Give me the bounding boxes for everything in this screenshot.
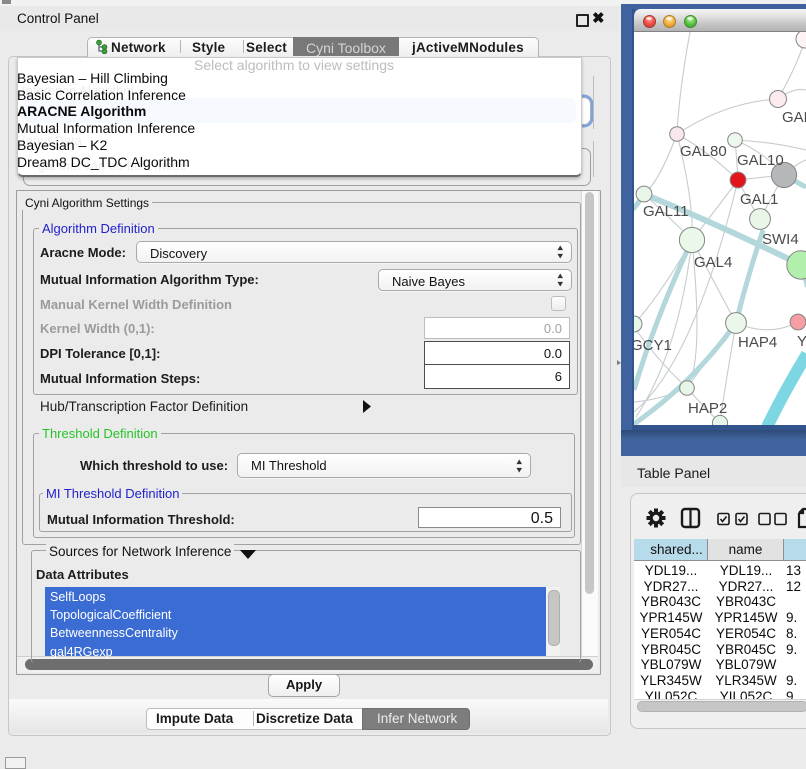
svg-text:GAL80: GAL80 [680, 143, 727, 160]
svg-text:GCY1: GCY1 [634, 337, 672, 354]
svg-text:HAP4: HAP4 [738, 334, 777, 351]
svg-text:HAP2: HAP2 [688, 400, 727, 417]
svg-text:GAL: GAL [782, 109, 806, 126]
svg-text:GAL4: GAL4 [694, 254, 732, 271]
svg-text:GAL11: GAL11 [643, 203, 689, 220]
svg-text:SWI4: SWI4 [762, 231, 799, 248]
svg-text:GAL1: GAL1 [740, 191, 778, 208]
svg-text:Y: Y [797, 333, 806, 350]
svg-text:GAL10: GAL10 [737, 152, 784, 169]
